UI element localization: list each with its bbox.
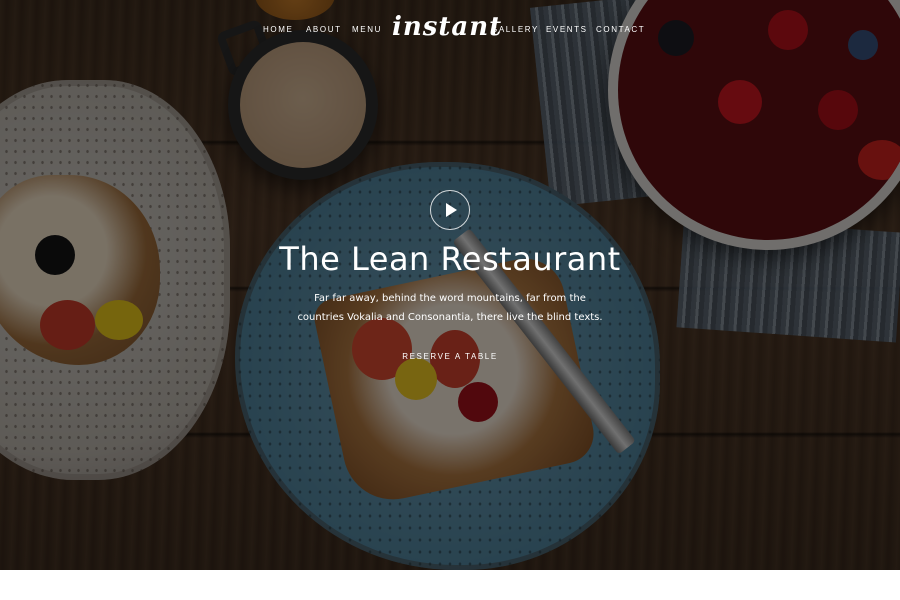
hero-subtitle: Far far away, behind the word mountains,… [297,293,603,323]
brand-logo[interactable]: instant [392,12,501,42]
nav-menu[interactable]: Menu [352,25,382,34]
main-nav: Home About Menu instant Gallery Events C… [0,0,900,60]
play-video-button[interactable] [430,190,470,230]
hero-section: Home About Menu instant Gallery Events C… [0,0,900,570]
reserve-table-link[interactable]: Reserve a Table [395,352,505,361]
nav-contact[interactable]: Contact [596,25,645,34]
nav-events[interactable]: Events [546,25,588,34]
dark-overlay [0,0,900,570]
nav-home[interactable]: Home [263,25,293,34]
nav-about[interactable]: About [306,25,342,34]
nav-gallery[interactable]: Gallery [491,25,539,34]
hero-title: The Lean Restaurant [279,240,621,278]
